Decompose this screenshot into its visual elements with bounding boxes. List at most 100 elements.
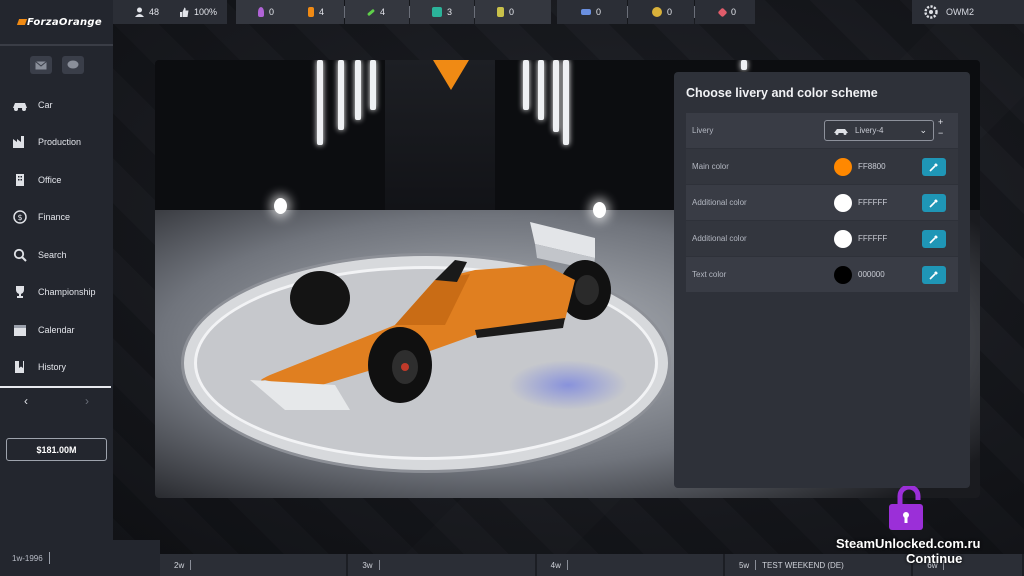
stat-gamepad: 0 (557, 0, 628, 24)
week-label: 2w (174, 560, 185, 570)
additional-color-row-1: Additional color FFFFFF (686, 185, 958, 220)
stat-fans: 48 (113, 0, 170, 24)
eyedropper-icon (929, 162, 938, 172)
stat-research: 0 (475, 0, 552, 24)
timeline-week[interactable]: 4w (536, 554, 725, 576)
logo-text: ForzaOrange (27, 16, 102, 28)
color-swatch (834, 157, 852, 176)
username: OWM2 (946, 7, 974, 17)
mail-button[interactable] (29, 56, 52, 74)
add-livery-button[interactable]: + (938, 117, 943, 128)
search-icon (12, 248, 28, 262)
car-icon (834, 128, 848, 135)
balance-badge: $181.00M (6, 438, 107, 461)
sidebar-item-label: Car (38, 99, 53, 110)
date-label: 1w-1996 (12, 553, 43, 563)
sidebar-item-finance[interactable]: $ Finance (0, 199, 113, 237)
wall-light (338, 60, 344, 130)
wall-light (317, 60, 323, 145)
week-timeline: 2w 3w 4w 5w TEST WEEKEND (DE) 6w (160, 554, 1024, 576)
wall-light (563, 60, 569, 145)
stat-toolbox: 3 (410, 0, 475, 24)
color-hex: 000000 (858, 270, 885, 279)
panel-title: Choose livery and color scheme (686, 86, 878, 100)
calendar-icon (12, 323, 28, 337)
color-swatch (834, 229, 852, 248)
gamepad-icon (581, 9, 592, 15)
eyedropper-icon (929, 198, 938, 208)
chat-bubble-icon (67, 60, 78, 69)
wall-light (523, 60, 529, 110)
week-label: 4w (550, 560, 561, 570)
wall-light (553, 60, 559, 132)
banner-logo (433, 60, 469, 90)
sidebar-item-car[interactable]: Car (0, 86, 113, 124)
next-arrow-icon[interactable]: › (85, 394, 89, 408)
user-profile[interactable]: OWM2 (912, 0, 1024, 24)
stat-value: 0 (596, 7, 602, 17)
chat-button[interactable] (61, 56, 84, 74)
stat-mechanics: 4 (345, 0, 410, 24)
factory-icon (12, 135, 28, 149)
timeline-week[interactable]: 5w TEST WEEKEND (DE) (724, 554, 914, 576)
eyedropper-icon (929, 270, 938, 280)
sidebar-item-label: Championship (38, 287, 96, 298)
continue-button[interactable]: Continue (906, 551, 962, 566)
engineer-icon (308, 7, 315, 17)
sidebar-item-label: Finance (38, 212, 71, 223)
sidebar-nav: Car Production Office $ Finance Search C… (0, 86, 113, 386)
thumbs-up-icon (180, 7, 189, 17)
stat-value: 100% (194, 7, 218, 17)
color-label: Main color (692, 162, 729, 171)
sidebar: ForzaOrange Car Production Office $ Fina… (0, 0, 113, 576)
svg-text:$: $ (17, 213, 22, 222)
coin-icon (652, 7, 663, 17)
timeline-week[interactable]: 3w (348, 554, 537, 576)
sidebar-item-label: Production (38, 137, 82, 148)
color-label: Additional color (692, 234, 747, 243)
stat-potion: 0 (236, 0, 287, 24)
color-picker-button[interactable] (922, 265, 946, 284)
additional-color-row-2: Additional color FFFFFF (686, 221, 958, 256)
gear-icon (924, 5, 938, 19)
main-color-row: Main color FF8800 (686, 149, 958, 184)
stat-coin: 0 (628, 0, 695, 24)
building-icon (12, 173, 28, 187)
week-label: 3w (362, 560, 373, 570)
sidebar-item-office[interactable]: Office (0, 161, 113, 199)
divider (48, 552, 50, 564)
color-picker-button[interactable] (922, 157, 946, 176)
lock-icon (889, 486, 923, 530)
remove-livery-button[interactable]: − (938, 128, 943, 139)
potion-icon (258, 7, 265, 17)
sidebar-item-championship[interactable]: Championship (0, 274, 113, 312)
gem-icon (717, 7, 728, 17)
color-picker-button[interactable] (922, 229, 946, 248)
sidebar-item-calendar[interactable]: Calendar (0, 311, 113, 349)
fans-icon (135, 7, 144, 17)
livery-select[interactable]: Livery-4 ⌄ (824, 120, 934, 141)
livery-label: Livery (692, 126, 714, 135)
sidebar-item-history[interactable]: History (0, 349, 113, 387)
sidebar-item-label: Calendar (38, 324, 75, 335)
color-hex: FFFFFF (858, 234, 888, 243)
prev-arrow-icon[interactable]: ‹ (24, 394, 28, 408)
stat-value: 0 (269, 7, 275, 17)
color-hex: FFFFFF (858, 198, 888, 207)
color-picker-button[interactable] (922, 193, 946, 212)
sidebar-item-search[interactable]: Search (0, 236, 113, 274)
book-icon (12, 360, 28, 374)
wall-light (538, 60, 544, 120)
stat-value: 0 (509, 7, 515, 17)
stat-value: 4 (319, 7, 325, 17)
trophy-icon (12, 285, 28, 299)
stat-gem: 0 (695, 0, 756, 24)
sidebar-item-label: Office (38, 174, 62, 185)
stat-value: 48 (149, 7, 160, 17)
timeline-week[interactable]: 2w (160, 554, 349, 576)
sidebar-item-production[interactable]: Production (0, 124, 113, 162)
week-label: 5w (738, 560, 750, 570)
color-swatch (834, 265, 852, 284)
event-label: TEST WEEKEND (DE) (762, 560, 844, 570)
stat-value: 0 (731, 7, 737, 17)
